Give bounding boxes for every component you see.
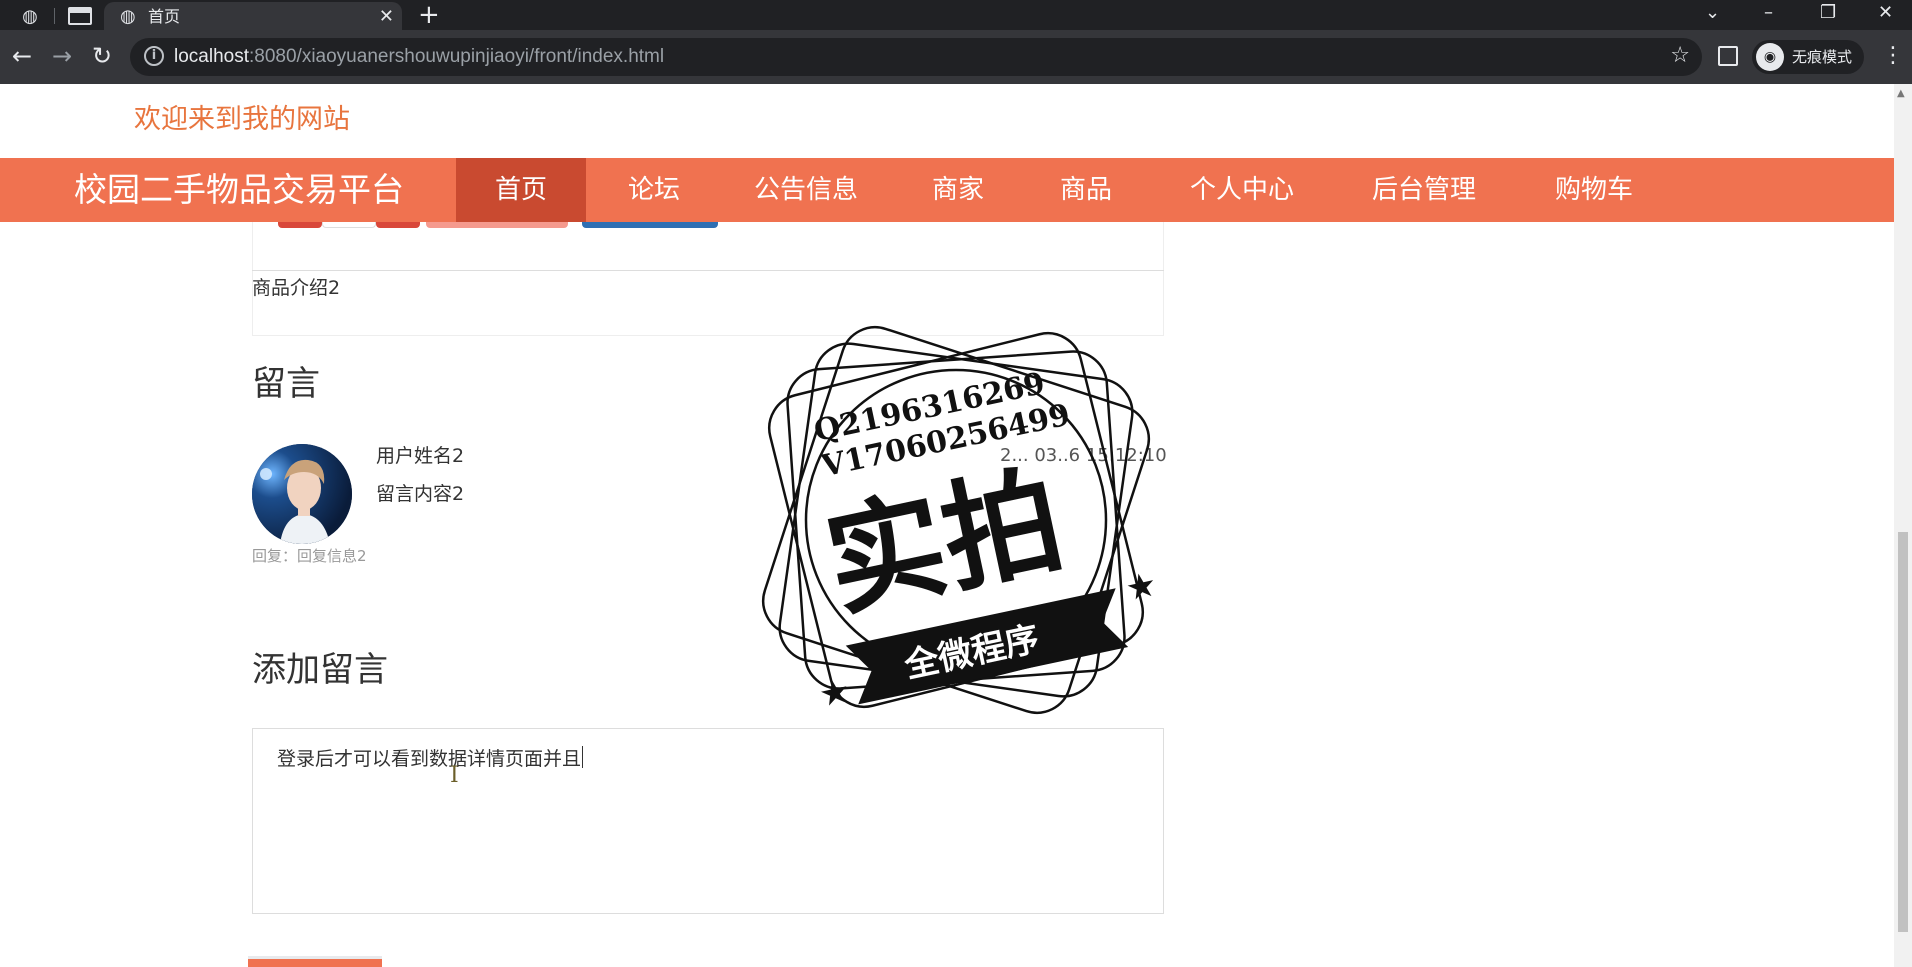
window-close-button[interactable]: ✕ [1878, 2, 1893, 24]
back-arrow-icon[interactable]: ← [12, 42, 32, 70]
add-comment-heading: 添加留言 [252, 650, 388, 690]
product-intro: 商品介绍2 [252, 277, 341, 299]
page-scrollbar[interactable]: ▲ [1894, 84, 1912, 967]
main-navbar: 校园二手物品交易平台 首页 论坛 公告信息 商家 商品 个人中心 后台管理 购物… [0, 158, 1894, 222]
avatar [252, 444, 352, 544]
nav-item-forum[interactable]: 论坛 [596, 158, 712, 222]
browser-tab-home[interactable]: ◍ 首页 ✕ [104, 2, 402, 32]
buy-now-button[interactable] [582, 222, 718, 228]
nav-item-profile[interactable]: 个人中心 [1168, 158, 1316, 222]
site-brand[interactable]: 校园二手物品交易平台 [74, 168, 404, 212]
quantity-plus-button[interactable] [376, 222, 420, 228]
tab-separator [54, 8, 55, 24]
url-text[interactable]: localhost:8080/xiaoyuanershouwupinjiaoyi… [174, 45, 664, 69]
incognito-icon: ◉ [1756, 43, 1784, 71]
watermark-stamp: Q2196316269 V17060256499 实拍 全微程序 ★ ★ [761, 325, 1160, 716]
scrollbar-thumb[interactable] [1898, 532, 1908, 932]
star-icon: ★ [1122, 564, 1160, 609]
add-to-cart-button[interactable] [426, 222, 568, 228]
nav-item-cart[interactable]: 购物车 [1530, 158, 1658, 222]
forward-arrow-icon[interactable]: → [52, 42, 72, 70]
scroll-up-arrow-icon[interactable]: ▲ [1897, 88, 1905, 99]
section-divider [252, 270, 1164, 271]
welcome-text: 欢迎来到我的网站 [134, 104, 350, 135]
address-bar[interactable]: i localhost:8080/xiaoyuanershouwupinjiao… [130, 38, 1702, 76]
star-icon: ★ [815, 670, 853, 715]
page-content: 欢迎来到我的网站 校园二手物品交易平台 首页 论坛 公告信息 商家 商品 个人中… [0, 84, 1912, 967]
tab-group-icon[interactable] [68, 7, 92, 25]
browser-menu-icon[interactable]: ⋮ [1882, 42, 1904, 70]
globe-icon[interactable]: ◍ [18, 5, 42, 29]
reload-icon[interactable]: ↻ [92, 42, 112, 70]
minimize-button[interactable]: – [1764, 2, 1773, 24]
globe-icon: ◍ [120, 6, 136, 27]
nav-item-home[interactable]: 首页 [456, 158, 586, 222]
nav-item-notice[interactable]: 公告信息 [732, 158, 880, 222]
tab-title: 首页 [148, 7, 181, 26]
browser-toolbar: ← → ↻ i localhost:8080/xiaoyuanershouwup… [0, 30, 1912, 84]
quantity-input[interactable] [322, 222, 376, 228]
browser-tab-bar: ◍ ◍ 首页 ✕ + ⌄ – ❐ ✕ [0, 0, 1912, 32]
product-action-buttons-clipped [252, 222, 1164, 236]
site-info-icon[interactable]: i [144, 46, 164, 66]
nav-item-admin[interactable]: 后台管理 [1348, 158, 1500, 222]
comment-content: 留言内容2 [376, 483, 465, 505]
nav-item-goods[interactable]: 商品 [1028, 158, 1144, 222]
textarea-value: 登录后才可以看到数据详情页面并且 [277, 748, 582, 770]
bookmark-star-icon[interactable]: ☆ [1670, 43, 1690, 69]
incognito-profile[interactable]: ◉ 无痕模式 [1752, 40, 1864, 74]
comment-textarea[interactable]: 登录后才可以看到数据详情页面并且 [252, 728, 1164, 914]
chevron-down-icon[interactable]: ⌄ [1705, 2, 1720, 24]
text-caret [582, 746, 584, 768]
quantity-minus-button[interactable] [278, 222, 322, 228]
restore-button[interactable]: ❐ [1820, 2, 1836, 24]
reading-list-icon[interactable] [1718, 46, 1738, 66]
incognito-label: 无痕模式 [1792, 48, 1853, 66]
new-tab-button[interactable]: + [418, 2, 440, 28]
text-cursor-icon: I [450, 763, 459, 788]
nav-item-merchant[interactable]: 商家 [900, 158, 1016, 222]
close-icon[interactable]: ✕ [379, 6, 394, 28]
comments-heading: 留言 [252, 364, 320, 404]
comment-username: 用户姓名2 [376, 445, 465, 467]
submit-comment-button[interactable] [248, 956, 382, 967]
comment-reply: 回复：回复信息2 [252, 547, 367, 565]
